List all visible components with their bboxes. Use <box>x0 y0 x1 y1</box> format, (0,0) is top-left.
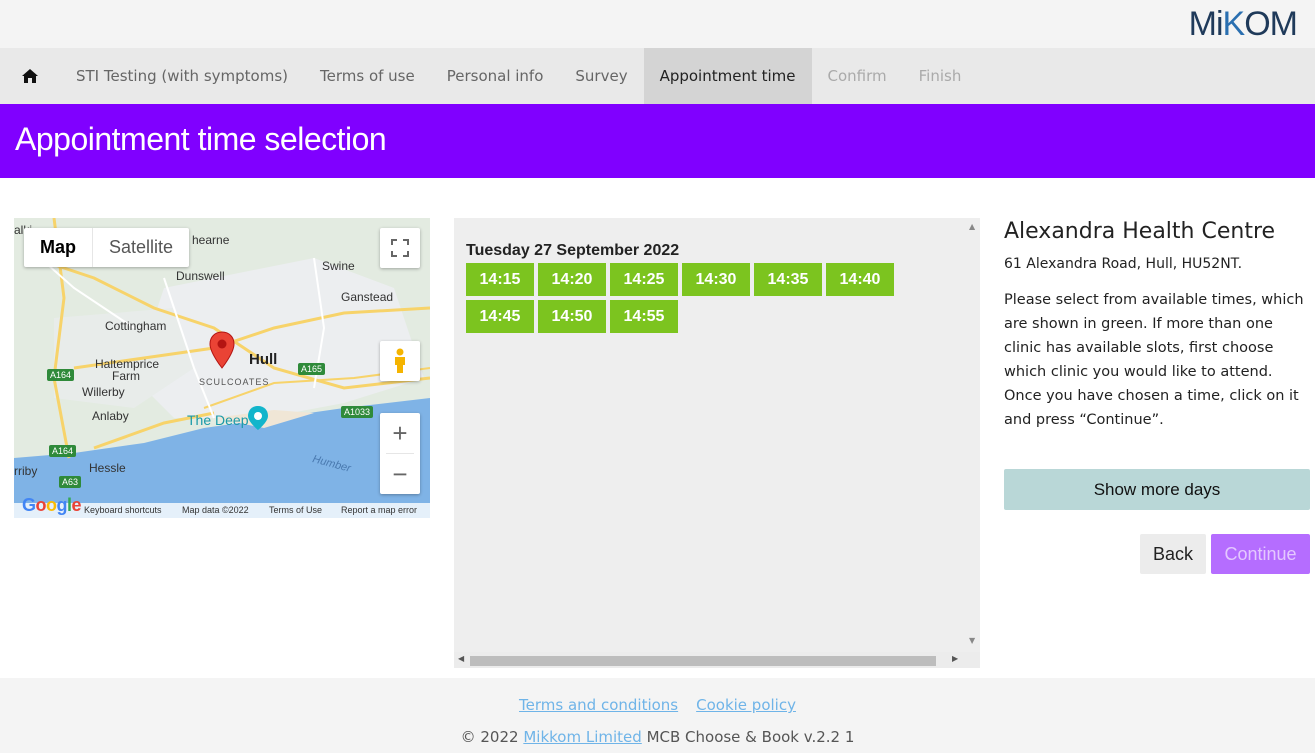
street-view-button[interactable] <box>380 341 420 381</box>
satellite-view-button[interactable]: Satellite <box>93 228 189 267</box>
map-place-sculcoates: SCULCOATES <box>199 377 270 387</box>
map-place-irby: rriby <box>14 464 38 478</box>
slot-button[interactable]: 14:35 <box>754 263 822 296</box>
map-place-farm: Farm <box>112 369 140 383</box>
pegman-icon <box>395 348 405 373</box>
nav-home[interactable] <box>0 48 60 104</box>
copyright-prefix: © 2022 <box>460 728 519 746</box>
logo-text-c: OM <box>1244 5 1298 43</box>
nav-confirm: Confirm <box>827 67 887 85</box>
zoom-controls: + − <box>380 413 420 494</box>
google-logo[interactable]: Google <box>22 495 82 516</box>
step-navigation: STI Testing (with symptoms) Terms of use… <box>0 48 1315 104</box>
slot-button[interactable]: 14:50 <box>538 300 606 333</box>
horizontal-scrollbar[interactable]: ◀ ▶ <box>454 652 980 668</box>
report-map-error-link[interactable]: Report a map error <box>341 505 417 515</box>
product-version: MCB Choose & Book v.2.2 1 <box>646 728 855 746</box>
clinic-name: Alexandra Health Centre <box>1004 219 1276 244</box>
top-bar: MiKOM <box>0 0 1315 48</box>
cookie-policy-link[interactable]: Cookie policy <box>696 696 796 714</box>
copyright-line: © 2022 Mikkom Limited MCB Choose & Book … <box>0 728 1315 746</box>
logo-text-a: Mi <box>1188 5 1224 43</box>
back-button[interactable]: Back <box>1140 534 1206 574</box>
nav-appointment-time[interactable]: Appointment time <box>643 48 812 104</box>
map-place-ganstead: Ganstead <box>341 290 394 304</box>
map-place-the-deep: The Deep <box>187 412 249 428</box>
slot-button[interactable]: 14:45 <box>466 300 534 333</box>
clinic-address: 61 Alexandra Road, Hull, HU52NT. <box>1004 256 1243 272</box>
nav-sti-testing[interactable]: STI Testing (with symptoms) <box>60 48 304 104</box>
title-bar: Appointment time selection <box>0 104 1315 178</box>
nav-terms-of-use[interactable]: Terms of use <box>304 48 431 104</box>
map-place-hull: Hull <box>249 351 278 368</box>
map-data-label: Map data ©2022 <box>182 505 249 515</box>
nav-personal-info[interactable]: Personal info <box>431 48 560 104</box>
show-more-days-button[interactable]: Show more days <box>1004 469 1310 510</box>
nav-finish: Finish <box>918 67 962 85</box>
road-a164-south: A164 <box>49 445 77 457</box>
map-type-toggle: Map Satellite <box>24 228 190 267</box>
road-a165: A165 <box>298 363 326 375</box>
the-deep-marker-icon[interactable] <box>247 405 269 431</box>
map-place-hearne: hearne <box>192 233 230 247</box>
location-pin-icon[interactable] <box>209 331 235 369</box>
horizontal-scrollbar-thumb[interactable] <box>470 656 936 666</box>
slot-button[interactable]: 14:40 <box>826 263 894 296</box>
zoom-out-button[interactable]: − <box>380 454 420 494</box>
scroll-down-arrow-icon[interactable]: ▼ <box>969 636 975 645</box>
nav-survey[interactable]: Survey <box>559 48 643 104</box>
map-place-swine: Swine <box>322 259 355 273</box>
slot-button[interactable]: 14:30 <box>682 263 750 296</box>
page-footer: Terms and conditions Cookie policy © 2022… <box>0 678 1315 753</box>
clinic-info: Alexandra Health Centre 61 Alexandra Roa… <box>1004 218 1310 432</box>
slot-grid: 14:15 14:20 14:25 14:30 14:35 14:40 14:4… <box>466 263 906 333</box>
map-terms-link[interactable]: Terms of Use <box>269 505 322 515</box>
company-link[interactable]: Mikkom Limited <box>523 728 641 746</box>
time-slots-panel: Tuesday 27 September 2022 14:15 14:20 14… <box>454 218 980 668</box>
keyboard-shortcuts-link[interactable]: Keyboard shortcuts <box>84 505 162 515</box>
terms-and-conditions-link[interactable]: Terms and conditions <box>519 696 678 714</box>
vertical-scrollbar[interactable]: ▲ ▼ <box>966 218 980 652</box>
map-place-anlaby: Anlaby <box>92 409 129 423</box>
map-view-button[interactable]: Map <box>24 228 93 267</box>
road-a1033: A1033 <box>341 406 374 418</box>
instructions-text: Please select from available times, whic… <box>1004 292 1304 428</box>
slot-button[interactable]: 14:25 <box>610 263 678 296</box>
map-place-dunswell: Dunswell <box>176 269 225 283</box>
road-a63: A63 <box>59 476 82 488</box>
road-a164-north: A164 <box>47 369 75 381</box>
fullscreen-button[interactable] <box>380 228 420 268</box>
logo-text-b: K <box>1222 5 1246 43</box>
footer-links: Terms and conditions Cookie policy <box>0 696 1315 714</box>
slot-date-heading: Tuesday 27 September 2022 <box>466 242 680 259</box>
continue-button[interactable]: Continue <box>1211 534 1310 574</box>
map-place-hessle: Hessle <box>89 461 126 475</box>
slot-button[interactable]: 14:15 <box>466 263 534 296</box>
page-title: Appointment time selection <box>15 121 387 157</box>
map-place-cottingham: Cottingham <box>105 319 167 333</box>
map-place-willerby: Willerby <box>82 385 125 399</box>
scroll-right-arrow-icon[interactable]: ▶ <box>952 654 958 663</box>
scroll-up-arrow-icon[interactable]: ▲ <box>969 222 975 231</box>
fullscreen-icon <box>391 239 409 257</box>
scroll-left-arrow-icon[interactable]: ◀ <box>458 654 464 663</box>
clinic-map[interactable]: alki hearne Dunswell Swine Ganstead Cott… <box>14 218 430 518</box>
zoom-in-button[interactable]: + <box>380 413 420 453</box>
slot-button[interactable]: 14:55 <box>610 300 678 333</box>
home-icon <box>22 69 38 83</box>
mikkom-logo[interactable]: MiKOM <box>1188 5 1298 44</box>
slot-button[interactable]: 14:20 <box>538 263 606 296</box>
